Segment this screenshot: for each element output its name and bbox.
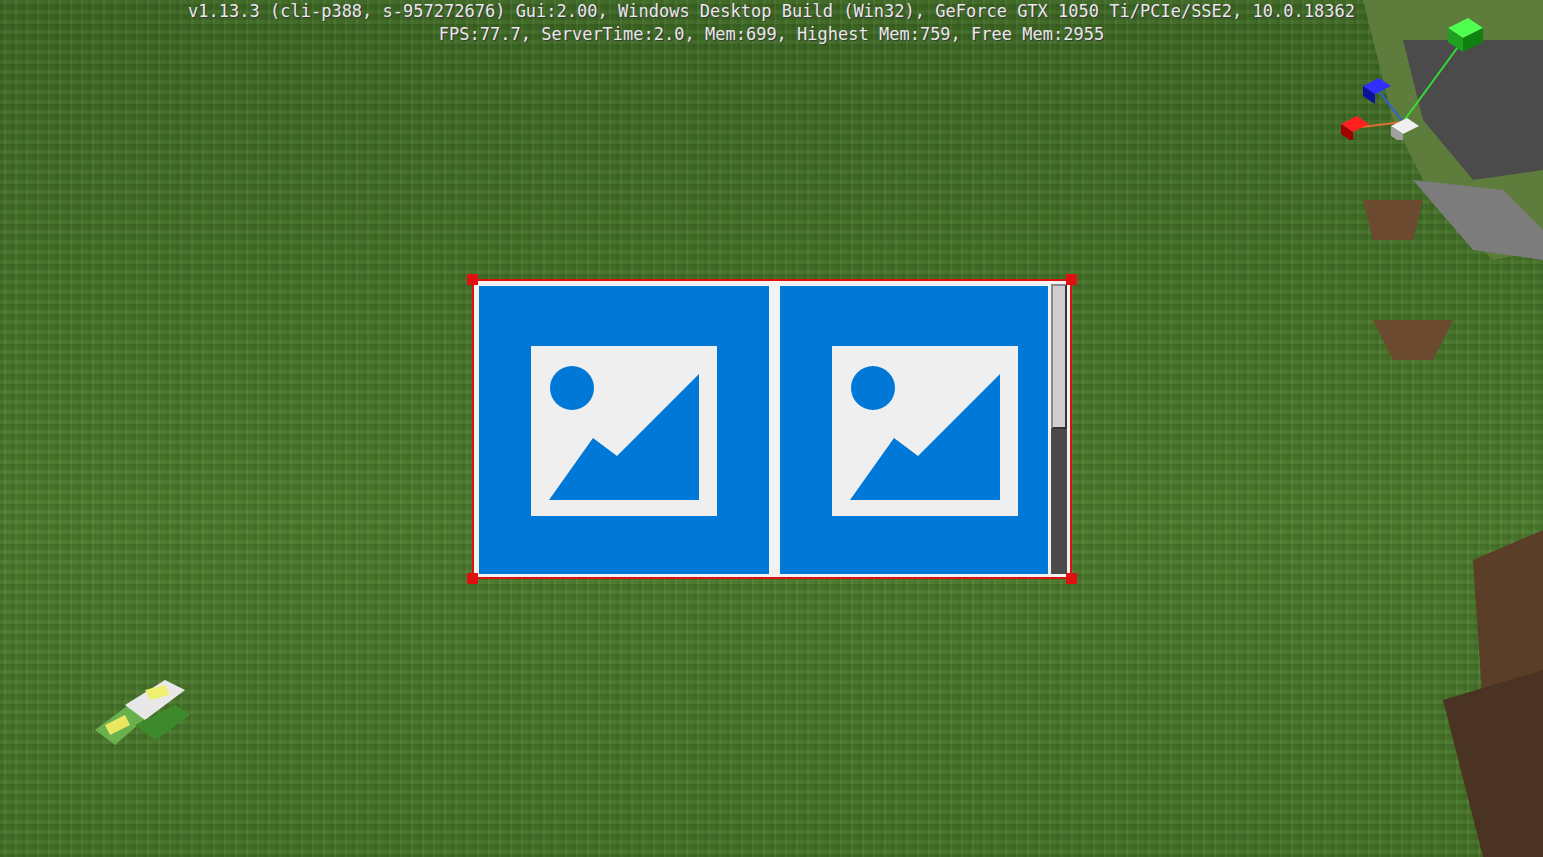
image-placeholder-icon (531, 346, 717, 516)
scrollbar-thumb[interactable] (1051, 284, 1067, 429)
tile-row (477, 284, 1048, 574)
resize-handle[interactable] (467, 274, 478, 285)
debug-line: v1.13.3 (cli-p388, s-957272676) Gui:2.00… (188, 0, 1355, 23)
flower-item-icon (85, 670, 205, 760)
image-tile[interactable] (780, 286, 1048, 574)
image-placeholder-icon (832, 346, 1018, 516)
gallery-viewport (477, 284, 1048, 574)
debug-hud: v1.13.3 (cli-p388, s-957272676) Gui:2.00… (0, 0, 1543, 46)
scrollbar[interactable] (1051, 284, 1067, 574)
image-gallery-panel[interactable] (472, 279, 1072, 579)
image-tile[interactable] (479, 286, 769, 574)
axis-gizmo-icon (1293, 10, 1493, 140)
resize-handle[interactable] (1066, 274, 1077, 285)
game-view[interactable]: v1.13.3 (cli-p388, s-957272676) Gui:2.00… (0, 0, 1543, 857)
debug-line: FPS:77.7, ServerTime:2.0, Mem:699, Highe… (439, 23, 1104, 46)
resize-handle[interactable] (467, 573, 478, 584)
resize-handle[interactable] (1066, 573, 1077, 584)
